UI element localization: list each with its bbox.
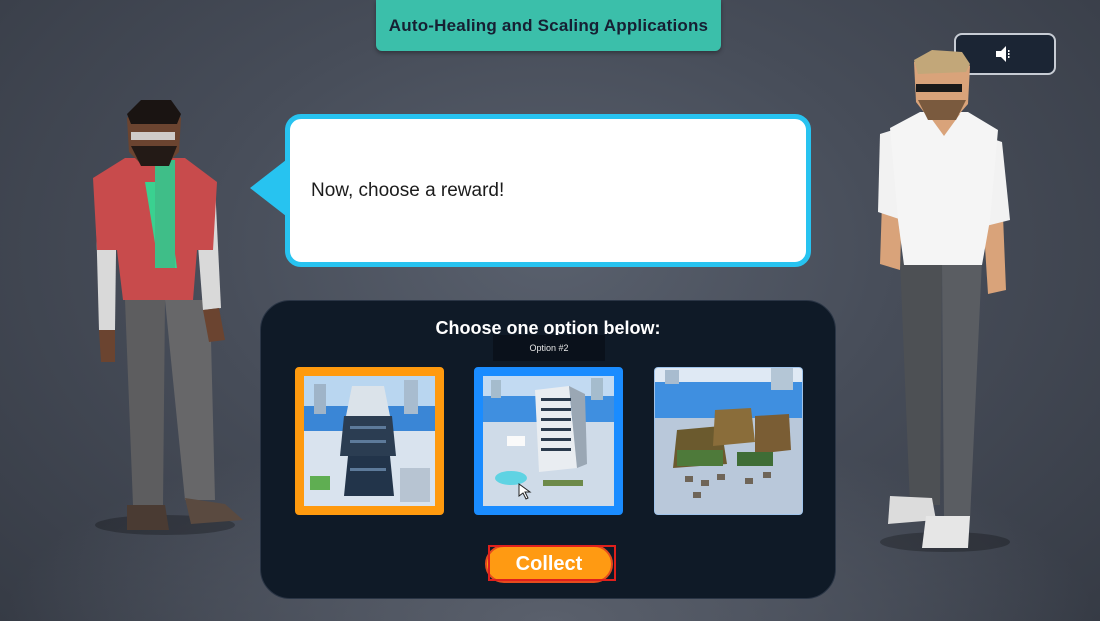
reward-option-2[interactable] — [474, 367, 623, 515]
skyscraper-tower-thumbnail — [304, 376, 435, 506]
reward-option-3[interactable] — [654, 367, 803, 515]
reward-selection-panel: Choose one option below: Option #2 Colle… — [260, 300, 836, 599]
page-title: Auto-Healing and Scaling Applications — [376, 0, 721, 51]
collect-button[interactable]: Collect — [485, 545, 613, 583]
character-left — [93, 100, 243, 535]
dialog-text: Now, choose a reward! — [311, 179, 505, 201]
reward-option-1[interactable] — [295, 367, 444, 515]
speech-bubble-tail — [250, 160, 286, 216]
office-building-fountain-thumbnail — [483, 376, 614, 506]
option-tooltip: Option #2 — [493, 335, 605, 361]
speech-bubble: Now, choose a reward! — [285, 114, 811, 267]
village-houses-thumbnail — [655, 368, 802, 514]
character-right — [878, 50, 1010, 552]
